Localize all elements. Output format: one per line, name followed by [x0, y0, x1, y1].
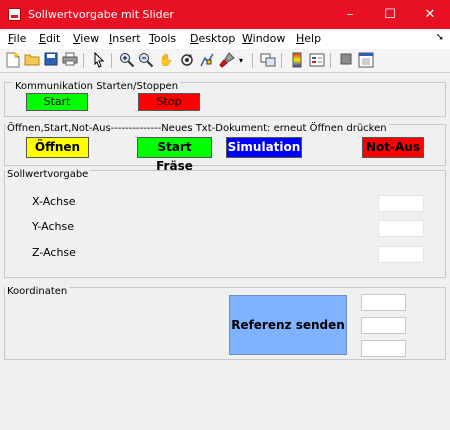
- steuerung-panel-title: Öffnen,Start,Not-Aus--------------Neues …: [5, 123, 389, 134]
- menu-file[interactable]: File: [8, 32, 26, 45]
- x-achse-field[interactable]: [378, 195, 424, 212]
- title-bar: Sollwertvorgabe mit Slider – ☐ ✕: [0, 0, 450, 29]
- app-icon: [8, 8, 21, 21]
- rotate-3d-icon[interactable]: [178, 52, 196, 69]
- kommunikation-panel-title: Kommunikation Starten/Stoppen: [13, 81, 181, 92]
- dock-arrow-icon[interactable]: ➘: [436, 32, 444, 43]
- hide-plot-tools-icon[interactable]: [337, 52, 355, 69]
- zoom-out-icon[interactable]: [137, 52, 155, 69]
- save-icon[interactable]: [42, 52, 60, 69]
- zoom-in-icon[interactable]: [118, 52, 136, 69]
- maximize-button[interactable]: ☐: [370, 0, 410, 29]
- print-icon[interactable]: [61, 52, 79, 69]
- toolbar-separator: [252, 53, 253, 68]
- minimize-button[interactable]: –: [330, 0, 370, 29]
- z-achse-field[interactable]: [378, 246, 424, 263]
- toolbar-separator: [83, 53, 84, 68]
- menu-edit[interactable]: Edit: [39, 32, 60, 45]
- brush-icon[interactable]: [218, 52, 236, 69]
- menu-window[interactable]: Window: [242, 32, 285, 45]
- koordinaten-panel-title: Koordinaten: [5, 286, 70, 297]
- open-folder-icon[interactable]: [23, 52, 41, 69]
- legend-icon[interactable]: [308, 52, 326, 69]
- show-plot-tools-icon[interactable]: [357, 52, 375, 69]
- toolbar: ✋ ▾: [0, 49, 450, 73]
- brush-dropdown-icon[interactable]: ▾: [236, 52, 246, 69]
- menu-insert[interactable]: Insert: [109, 32, 141, 45]
- y-achse-label: Y-Achse: [32, 220, 74, 233]
- colorbar-icon[interactable]: [288, 52, 306, 69]
- kommunikation-panel: Kommunikation Starten/Stoppen Start Stop: [4, 82, 446, 117]
- toolbar-separator: [281, 53, 282, 68]
- sollwert-panel: Sollwertvorgabe X-Achse Y-Achse Z-Achse: [4, 170, 446, 278]
- link-plot-icon[interactable]: [259, 52, 277, 69]
- koordinate-z-field[interactable]: [361, 340, 406, 357]
- pointer-icon[interactable]: [90, 51, 108, 69]
- simulation-button[interactable]: Simulation: [226, 137, 302, 158]
- sollwert-panel-title: Sollwertvorgabe: [5, 169, 91, 180]
- window-title: Sollwertvorgabe mit Slider: [28, 8, 174, 21]
- z-achse-label: Z-Achse: [32, 246, 76, 259]
- koordinate-x-field[interactable]: [361, 294, 406, 311]
- koordinate-y-field[interactable]: [361, 317, 406, 334]
- menu-bar: File Edit View Insert Tools Desktop Wind…: [0, 29, 450, 49]
- not-aus-button[interactable]: Not-Aus: [362, 137, 424, 158]
- stop-button[interactable]: Stop: [138, 93, 200, 111]
- menu-help[interactable]: Help: [296, 32, 321, 45]
- close-button[interactable]: ✕: [410, 0, 450, 29]
- menu-desktop[interactable]: Desktop: [190, 32, 235, 45]
- toolbar-separator: [111, 53, 112, 68]
- start-button[interactable]: Start: [26, 93, 88, 111]
- new-file-icon[interactable]: [4, 52, 22, 69]
- y-achse-field[interactable]: [378, 220, 424, 237]
- x-achse-label: X-Achse: [32, 195, 76, 208]
- toolbar-separator: [330, 53, 331, 68]
- steuerung-panel: Öffnen,Start,Not-Aus--------------Neues …: [4, 123, 446, 173]
- pan-hand-icon[interactable]: ✋: [157, 52, 175, 69]
- referenz-senden-button[interactable]: Referenz senden: [229, 295, 347, 355]
- start-fraese-button[interactable]: Start Fräse: [137, 137, 212, 173]
- data-cursor-icon[interactable]: [198, 52, 216, 69]
- koordinaten-panel: Koordinaten Referenz senden: [4, 287, 446, 360]
- menu-tools[interactable]: Tools: [149, 32, 176, 45]
- oeffnen-button[interactable]: Öffnen: [26, 137, 89, 158]
- menu-view[interactable]: View: [73, 32, 99, 45]
